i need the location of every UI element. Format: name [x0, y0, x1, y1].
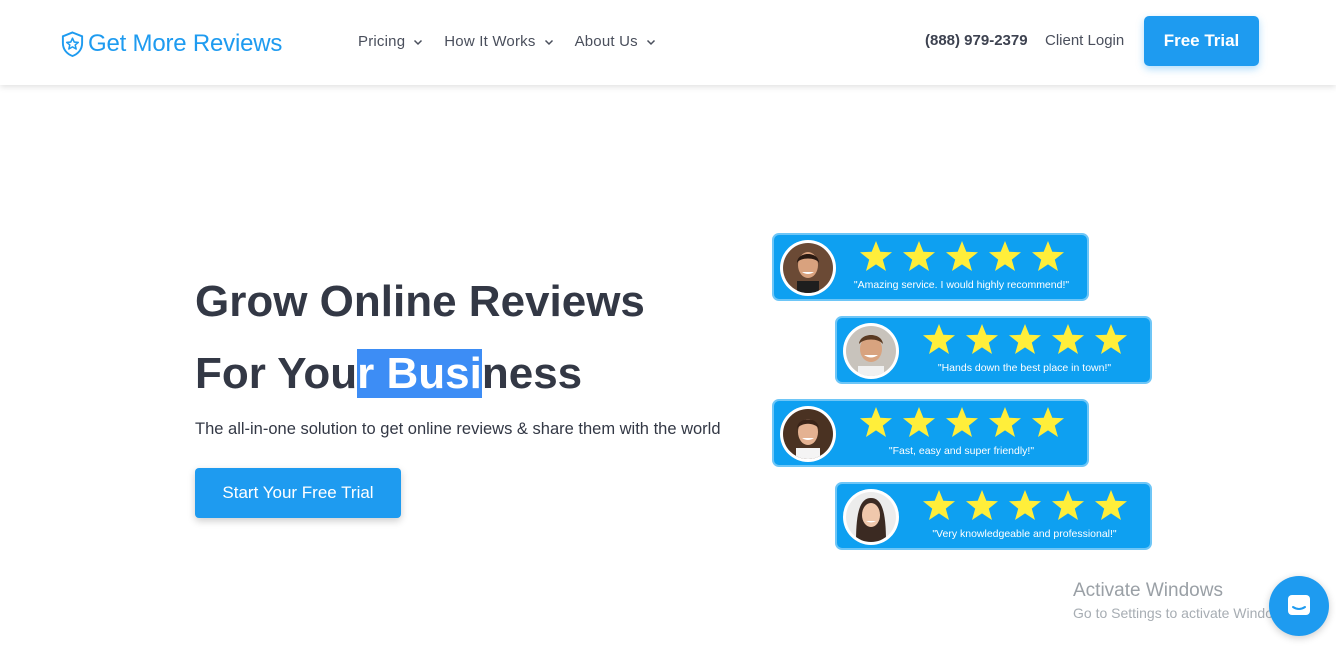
star-icon — [1052, 490, 1084, 520]
brand-logo[interactable]: Get More Reviews — [60, 30, 282, 58]
review-card: "Amazing service. I would highly recomme… — [772, 233, 1089, 301]
star-icon — [989, 241, 1021, 271]
star-icon — [903, 241, 935, 271]
chevron-down-icon — [646, 39, 655, 45]
star-rating — [921, 322, 1129, 357]
star-icon — [923, 324, 955, 354]
main-nav: Pricing How It Works About Us — [358, 33, 656, 50]
review-card: "Fast, easy and super friendly!" — [772, 399, 1089, 467]
star-icon — [1009, 490, 1041, 520]
star-icon — [923, 490, 955, 520]
reviewer-avatar — [780, 406, 836, 462]
start-free-trial-button[interactable]: Start Your Free Trial — [195, 468, 401, 518]
star-icon — [903, 407, 935, 437]
review-quote: "Fast, easy and super friendly!" — [888, 445, 1035, 457]
star-icon — [966, 490, 998, 520]
star-icon — [946, 407, 978, 437]
review-quote: "Very knowledgeable and professional!" — [932, 528, 1117, 540]
chat-icon — [1288, 595, 1310, 615]
site-header: Get More Reviews Pricing How It Works Ab… — [0, 0, 1336, 85]
chevron-down-icon — [414, 39, 423, 45]
client-login-link[interactable]: Client Login — [1045, 32, 1124, 49]
star-icon — [1052, 324, 1084, 354]
star-icon — [966, 324, 998, 354]
star-icon — [946, 241, 978, 271]
free-trial-button[interactable]: Free Trial — [1144, 16, 1259, 66]
star-icon — [860, 407, 892, 437]
hero-subtitle: The all-in-one solution to get online re… — [195, 420, 721, 438]
star-icon — [1095, 490, 1127, 520]
review-quote: "Amazing service. I would highly recomme… — [853, 279, 1070, 291]
star-icon — [860, 241, 892, 271]
star-icon — [1095, 324, 1127, 354]
nav-label: Pricing — [358, 33, 406, 50]
phone-number[interactable]: (888) 979-2379 — [925, 32, 1028, 49]
reviewer-avatar — [780, 240, 836, 296]
star-icon — [989, 407, 1021, 437]
review-card: "Hands down the best place in town!" — [835, 316, 1152, 384]
reviewer-avatar — [843, 489, 899, 545]
shield-star-icon — [61, 31, 84, 58]
star-icon — [1032, 241, 1064, 271]
star-icon — [1032, 407, 1064, 437]
hero-title-text: ness — [481, 349, 583, 398]
star-rating — [858, 239, 1066, 274]
person-icon — [846, 492, 896, 542]
hero-title: Grow Online Reviews For Your Business — [195, 266, 645, 410]
hero-title-line-1: Grow Online Reviews — [195, 277, 645, 326]
nav-pricing[interactable]: Pricing — [358, 33, 423, 50]
nav-label: How It Works — [444, 33, 536, 50]
windows-watermark-subtitle: Go to Settings to activate Windows. — [1073, 605, 1294, 621]
chevron-down-icon — [544, 39, 553, 45]
review-card: "Very knowledgeable and professional!" — [835, 482, 1152, 550]
star-rating — [921, 488, 1129, 523]
nav-label: About Us — [574, 33, 638, 50]
person-icon — [783, 243, 833, 293]
person-icon — [783, 409, 833, 459]
text-selection: r Busi — [357, 349, 482, 398]
hero-title-text: For You — [195, 349, 358, 398]
nav-how-it-works[interactable]: How It Works — [444, 33, 553, 50]
star-rating — [858, 405, 1066, 440]
windows-watermark-title: Activate Windows — [1073, 580, 1223, 601]
brand-name: Get More Reviews — [88, 30, 283, 57]
hero-title-line-2: For Your Business — [195, 338, 645, 410]
chat-widget-button[interactable] — [1269, 576, 1329, 636]
review-quote: "Hands down the best place in town!" — [937, 362, 1112, 374]
person-icon — [846, 326, 896, 376]
reviewer-avatar — [843, 323, 899, 379]
star-icon — [1009, 324, 1041, 354]
nav-about-us[interactable]: About Us — [575, 33, 656, 50]
